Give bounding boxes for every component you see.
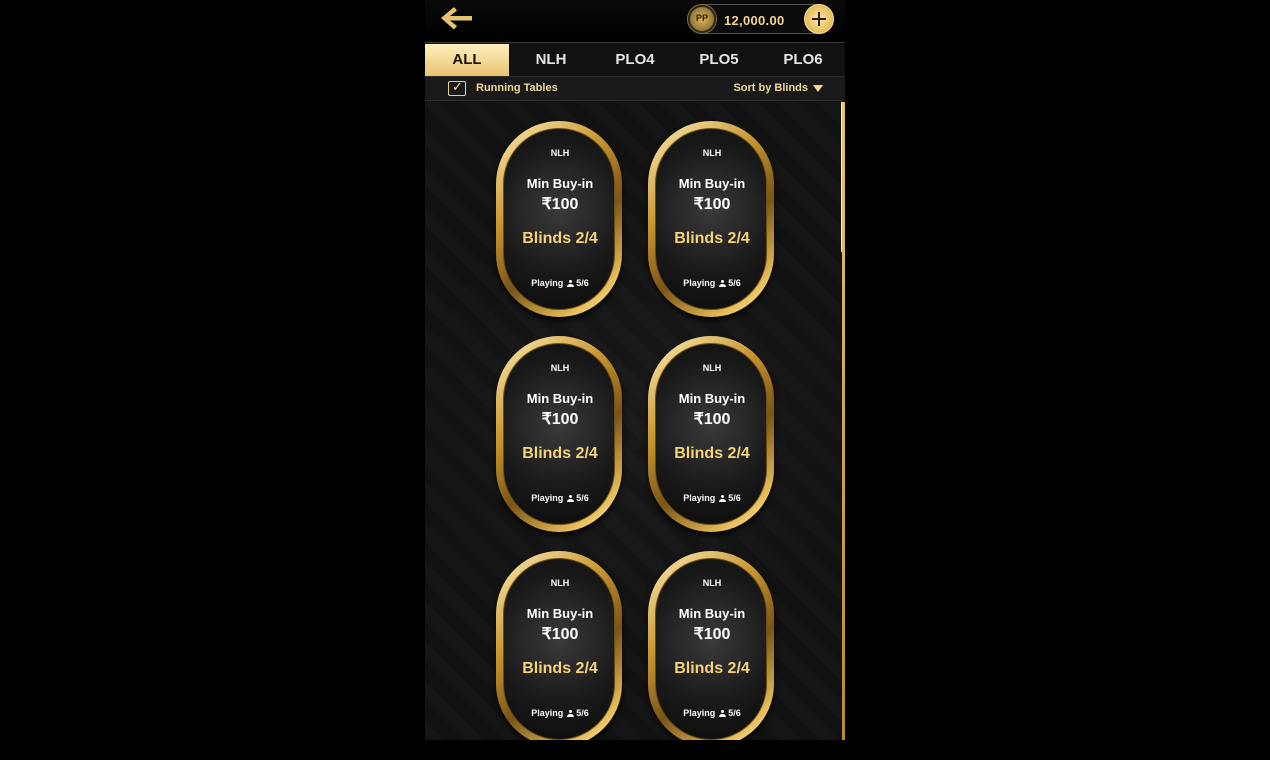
min-buyin-label: Min Buy-in [678, 176, 746, 191]
game-type: NLH [550, 578, 570, 588]
table-card[interactable]: NLH Min Buy-in ₹100 Blinds 2/4 Playing 5/… [496, 336, 622, 532]
table-card[interactable]: NLH Min Buy-in ₹100 Blinds 2/4 Playing 5/… [648, 121, 774, 317]
running-tables-checkbox[interactable]: ✓ [448, 79, 466, 96]
blinds: Blinds 2/4 [522, 445, 598, 462]
min-buyin-label: Min Buy-in [526, 391, 594, 406]
game-type: NLH [702, 363, 722, 373]
game-type: NLH [702, 578, 722, 588]
wallet-balance: PP 12,000.00 [687, 4, 834, 34]
table-card-inner: NLH Min Buy-in ₹100 Blinds 2/4 Playing 5/… [655, 343, 767, 525]
scrollbar[interactable] [841, 102, 843, 252]
playing-status: Playing 5/6 [531, 493, 589, 503]
back-arrow-icon[interactable] [437, 3, 477, 33]
filter-bar: ✓ Running Tables Sort by Blinds [425, 76, 845, 101]
sort-label: Sort by Blinds [733, 82, 808, 94]
buyin-amount: ₹100 [693, 411, 731, 428]
table-card[interactable]: NLH Min Buy-in ₹100 Blinds 2/4 Playing 5/… [648, 336, 774, 532]
sort-dropdown[interactable]: Sort by Blinds [733, 82, 823, 94]
lobby-screen: PP 12,000.00 ALL NLH PLO4 PLO5 PLO6 ✓ Ru… [425, 0, 845, 740]
user-icon [567, 710, 575, 717]
min-buyin-label: Min Buy-in [526, 606, 594, 621]
blinds: Blinds 2/4 [522, 230, 598, 247]
buyin-amount: ₹100 [541, 626, 579, 643]
blinds: Blinds 2/4 [522, 660, 598, 677]
table-card[interactable]: NLH Min Buy-in ₹100 Blinds 2/4 Playing 5/… [496, 551, 622, 740]
buyin-amount: ₹100 [693, 626, 731, 643]
balance-amount: 12,000.00 [724, 13, 785, 28]
table-card-inner: NLH Min Buy-in ₹100 Blinds 2/4 Playing 5/… [655, 558, 767, 740]
game-type-tabs: ALL NLH PLO4 PLO5 PLO6 [425, 44, 845, 76]
table-card-inner: NLH Min Buy-in ₹100 Blinds 2/4 Playing 5/… [503, 128, 615, 310]
user-icon [719, 710, 727, 717]
table-list[interactable]: NLH Min Buy-in ₹100 Blinds 2/4 Playing 5/… [425, 102, 845, 740]
min-buyin-label: Min Buy-in [526, 176, 594, 191]
table-card[interactable]: NLH Min Buy-in ₹100 Blinds 2/4 Playing 5/… [496, 121, 622, 317]
table-card-inner: NLH Min Buy-in ₹100 Blinds 2/4 Playing 5/… [503, 343, 615, 525]
buyin-amount: ₹100 [693, 196, 731, 213]
tab-plo4[interactable]: PLO4 [593, 44, 677, 76]
playing-status: Playing 5/6 [531, 278, 589, 288]
blinds: Blinds 2/4 [674, 445, 750, 462]
buyin-amount: ₹100 [541, 196, 579, 213]
table-card-inner: NLH Min Buy-in ₹100 Blinds 2/4 Playing 5/… [655, 128, 767, 310]
playing-status: Playing 5/6 [531, 708, 589, 718]
game-type: NLH [550, 148, 570, 158]
blinds: Blinds 2/4 [674, 660, 750, 677]
user-icon [719, 280, 727, 287]
blinds: Blinds 2/4 [674, 230, 750, 247]
game-type: NLH [550, 363, 570, 373]
user-icon [567, 495, 575, 502]
add-funds-button[interactable] [804, 4, 834, 34]
tab-nlh[interactable]: NLH [509, 44, 593, 76]
top-bar: PP 12,000.00 [425, 0, 845, 43]
user-icon [567, 280, 575, 287]
game-type: NLH [702, 148, 722, 158]
user-icon [719, 495, 727, 502]
playing-status: Playing 5/6 [683, 708, 741, 718]
playing-status: Playing 5/6 [683, 493, 741, 503]
tab-plo5[interactable]: PLO5 [677, 44, 761, 76]
chip-coin-icon: PP [688, 5, 716, 33]
tab-plo6[interactable]: PLO6 [761, 44, 845, 76]
min-buyin-label: Min Buy-in [678, 391, 746, 406]
chevron-down-icon [813, 84, 823, 92]
buyin-amount: ₹100 [541, 411, 579, 428]
playing-status: Playing 5/6 [683, 278, 741, 288]
table-card-inner: NLH Min Buy-in ₹100 Blinds 2/4 Playing 5/… [503, 558, 615, 740]
min-buyin-label: Min Buy-in [678, 606, 746, 621]
checkmark-icon: ✓ [452, 79, 463, 94]
tab-all[interactable]: ALL [425, 44, 509, 76]
table-card[interactable]: NLH Min Buy-in ₹100 Blinds 2/4 Playing 5/… [648, 551, 774, 740]
running-tables-label: Running Tables [476, 82, 558, 94]
